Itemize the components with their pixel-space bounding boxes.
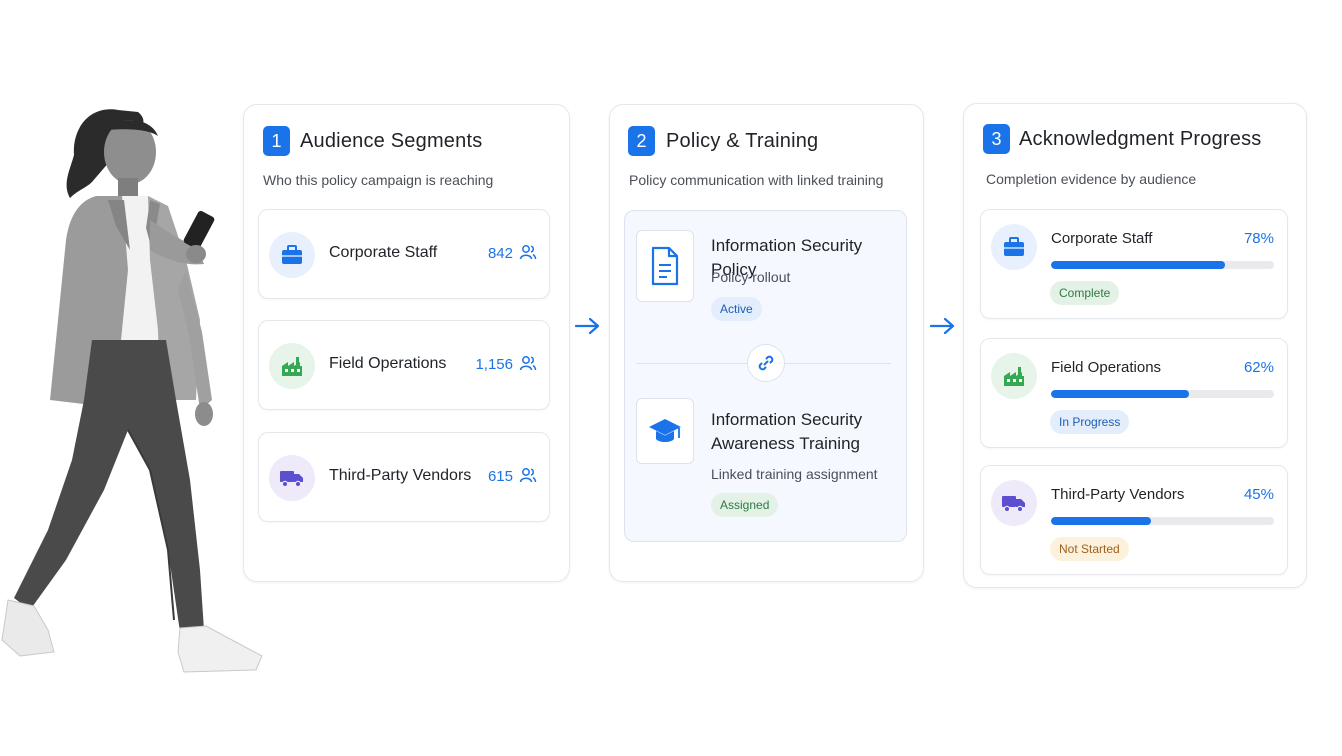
progress-name: Third-Party Vendors (1051, 486, 1185, 503)
progress-name: Field Operations (1051, 359, 1162, 376)
policy-subtitle: Policy rollout (711, 269, 791, 285)
audience-segments-panel: 1 Audience Segments Who this policy camp… (243, 104, 570, 582)
people-icon (519, 356, 537, 371)
acknowledgment-progress-panel: 3 Acknowledgment Progress Completion evi… (963, 103, 1307, 588)
factory-icon (269, 343, 315, 389)
policy-training-panel: 2 Policy & Training Policy communication… (609, 104, 924, 582)
status-badge: Not Started (1050, 537, 1129, 561)
segment-card-field-operations[interactable]: Field Operations 1,156 (258, 320, 550, 410)
status-badge: In Progress (1050, 410, 1130, 434)
briefcase-icon (991, 224, 1037, 270)
progress-bar-fill (1051, 261, 1225, 269)
progress-card-field-operations[interactable]: Field Operations 62% In Progress (980, 338, 1288, 448)
segment-count: 615 (487, 468, 513, 485)
training-title-line-2: Awareness Training (711, 434, 860, 453)
panel-title: Policy & Training (666, 130, 819, 152)
briefcase-icon (269, 232, 315, 278)
progress-card-third-party-vendors[interactable]: Third-Party Vendors 45% Not Started (980, 465, 1288, 575)
arrow-right-icon (575, 317, 600, 335)
step-1-badge: 1 (263, 126, 290, 156)
progress-bar (1051, 261, 1274, 269)
factory-icon (991, 353, 1037, 399)
document-icon (636, 230, 694, 302)
panel-subtitle: Completion evidence by audience (986, 171, 1197, 187)
progress-bar-fill (1051, 517, 1152, 525)
truck-icon (991, 480, 1037, 526)
arrow-right-icon (930, 317, 955, 335)
progress-percent: 45% (1243, 486, 1274, 503)
training-subtitle: Linked training assignment (711, 466, 878, 482)
progress-bar (1051, 390, 1274, 398)
segment-card-third-party-vendors[interactable]: Third-Party Vendors 615 (258, 432, 550, 522)
progress-bar (1051, 517, 1274, 525)
status-badge: Assigned (711, 493, 779, 517)
progress-percent: 78% (1243, 230, 1274, 247)
segment-count: 1,156 (475, 356, 513, 373)
segment-card-corporate-staff[interactable]: Corporate Staff 842 (258, 209, 550, 299)
status-badge: Complete (1050, 281, 1120, 305)
progress-card-corporate-staff[interactable]: Corporate Staff 78% Complete (980, 209, 1288, 319)
truck-icon (269, 455, 315, 501)
graduation-cap-icon (636, 398, 694, 464)
panel-subtitle: Policy communication with linked trainin… (629, 172, 884, 188)
person-illustration (1, 109, 263, 673)
progress-bar-fill (1051, 390, 1190, 398)
people-icon (519, 468, 537, 483)
status-badge: Active (711, 297, 762, 321)
step-3-badge: 3 (983, 124, 1010, 154)
segment-name: Third-Party Vendors (329, 467, 472, 484)
segment-name: Field Operations (329, 355, 447, 372)
policy-training-card: Information Security Policy Policy rollo… (624, 210, 907, 542)
panel-title: Audience Segments (300, 130, 483, 152)
step-2-badge: 2 (628, 126, 655, 156)
training-title-line-1: Information Security (711, 410, 863, 429)
panel-subtitle: Who this policy campaign is reaching (263, 172, 494, 188)
link-icon (747, 344, 785, 382)
progress-name: Corporate Staff (1051, 230, 1153, 247)
progress-percent: 62% (1243, 359, 1274, 376)
segment-name: Corporate Staff (329, 244, 438, 261)
panel-title: Acknowledgment Progress (1019, 128, 1262, 150)
people-icon (519, 245, 537, 260)
segment-count: 842 (487, 245, 513, 262)
